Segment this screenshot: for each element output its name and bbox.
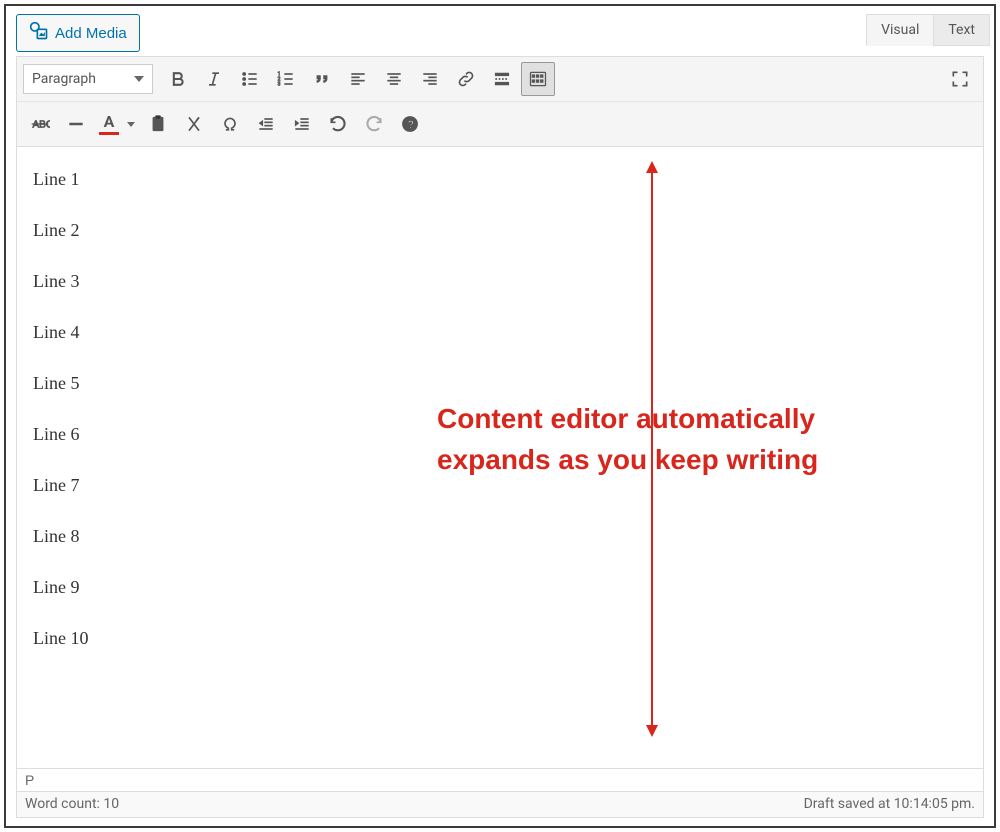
toolbar-container: Paragraph 123 ABC A (16, 56, 984, 147)
text-color-letter: A (104, 114, 115, 130)
chevron-down-icon (134, 76, 144, 82)
undo-button[interactable] (321, 107, 355, 141)
align-center-button[interactable] (377, 62, 411, 96)
editor-tabs: Visual Text (867, 14, 990, 46)
indent-button[interactable] (285, 107, 319, 141)
content-line: Line 10 (33, 628, 967, 649)
content-line: Line 4 (33, 322, 967, 343)
content-line: Line 2 (33, 220, 967, 241)
clear-formatting-button[interactable] (177, 107, 211, 141)
content-line: Line 1 (33, 169, 967, 190)
content-line: Line 3 (33, 271, 967, 292)
text-color-control: A (95, 107, 139, 141)
blockquote-button[interactable] (305, 62, 339, 96)
align-right-button[interactable] (413, 62, 447, 96)
read-more-button[interactable] (485, 62, 519, 96)
content-line: Line 9 (33, 577, 967, 598)
content-line: Line 6 (33, 424, 967, 445)
svg-text:ABC: ABC (33, 119, 51, 130)
link-button[interactable] (449, 62, 483, 96)
fullscreen-button[interactable] (943, 62, 977, 96)
toolbar-toggle-button[interactable] (521, 62, 555, 96)
text-color-button[interactable]: A (95, 107, 123, 141)
bullet-list-button[interactable] (233, 62, 267, 96)
draft-saved-status: Draft saved at 10:14:05 pm. (804, 796, 975, 812)
toolbar-row-1: Paragraph 123 (17, 57, 983, 102)
align-left-button[interactable] (341, 62, 375, 96)
format-dropdown[interactable]: Paragraph (23, 64, 153, 94)
help-button[interactable]: ? (393, 107, 427, 141)
numbered-list-button[interactable]: 123 (269, 62, 303, 96)
add-media-label: Add Media (55, 25, 127, 42)
word-count: Word count: 10 (25, 796, 119, 812)
special-character-button[interactable] (213, 107, 247, 141)
redo-button[interactable] (357, 107, 391, 141)
element-path[interactable]: P (16, 768, 984, 792)
format-dropdown-label: Paragraph (32, 71, 96, 87)
status-bar: Word count: 10 Draft saved at 10:14:05 p… (16, 792, 984, 818)
editor-frame: Add Media Visual Text Paragraph 123 (4, 4, 996, 828)
bold-button[interactable] (161, 62, 195, 96)
text-color-dropdown[interactable] (123, 107, 139, 141)
media-icon (29, 21, 49, 45)
paste-text-button[interactable]: T (141, 107, 175, 141)
svg-text:T: T (156, 120, 161, 130)
svg-text:?: ? (408, 119, 415, 131)
content-line: Line 7 (33, 475, 967, 496)
content-line: Line 8 (33, 526, 967, 547)
content-editor[interactable]: Line 1 Line 2 Line 3 Line 4 Line 5 Line … (16, 147, 984, 768)
chevron-down-icon (127, 122, 135, 127)
toolbar-row-2: ABC A T ? (17, 102, 983, 146)
annotation-arrow-icon (642, 159, 662, 739)
svg-text:3: 3 (278, 82, 281, 88)
top-row: Add Media Visual Text (6, 6, 994, 52)
italic-button[interactable] (197, 62, 231, 96)
tab-visual[interactable]: Visual (866, 14, 934, 46)
outdent-button[interactable] (249, 107, 283, 141)
add-media-button[interactable]: Add Media (16, 14, 140, 52)
text-color-swatch (99, 132, 119, 135)
content-line: Line 5 (33, 373, 967, 394)
horizontal-rule-button[interactable] (59, 107, 93, 141)
tab-text[interactable]: Text (933, 14, 990, 46)
strikethrough-button[interactable]: ABC (23, 107, 57, 141)
